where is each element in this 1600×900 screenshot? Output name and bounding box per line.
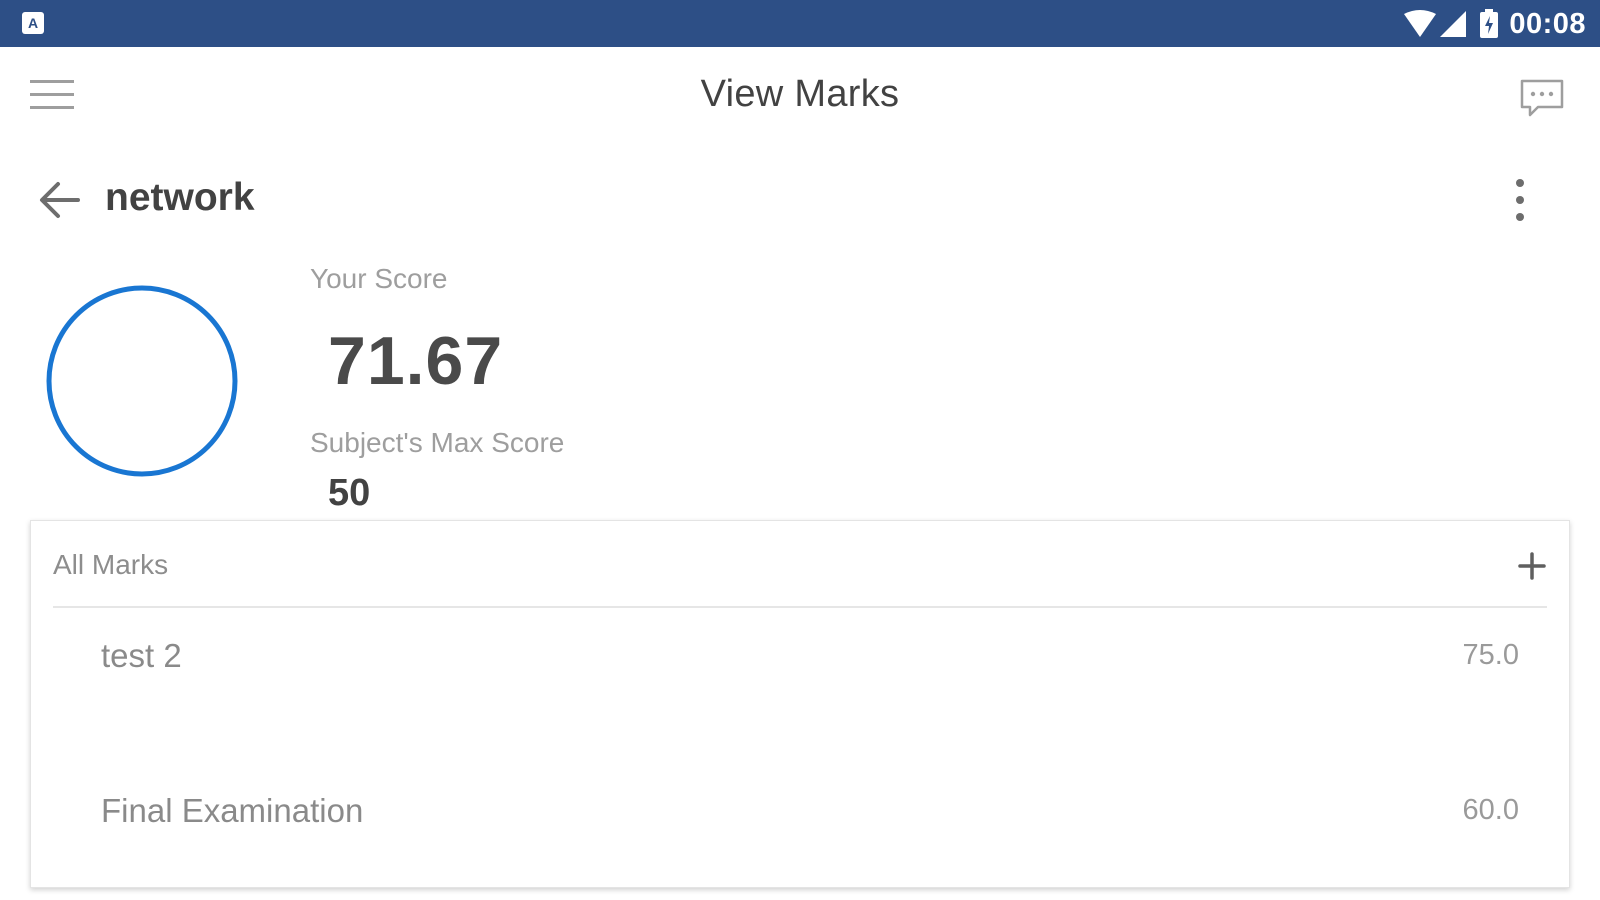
cell-signal-icon (1440, 11, 1467, 37)
all-marks-card: All Marks test 2 75.0 Final Examination … (30, 520, 1570, 888)
page-title: View Marks (700, 73, 900, 115)
chat-bubble-icon[interactable] (1518, 77, 1566, 121)
mark-name: Final Examination (101, 792, 364, 829)
status-time: 00:08 (1509, 7, 1586, 40)
status-indicators: 00:08 (1403, 6, 1586, 42)
mark-row[interactable]: Final Examination 60.0 (31, 776, 1569, 846)
max-score-value: 50 (328, 472, 371, 514)
mark-row[interactable]: test 2 75.0 (31, 621, 1569, 691)
your-score-value: 71.67 (328, 323, 504, 399)
wifi-icon (1404, 10, 1437, 37)
mark-score: 75.0 (1462, 639, 1519, 671)
battery-icon (1480, 9, 1499, 38)
mark-name: test 2 (101, 637, 182, 674)
status-bar: A 00:08 (0, 0, 1600, 47)
app-bar: View Marks (0, 47, 1600, 147)
subject-title: network (105, 176, 255, 219)
arrow-left-icon[interactable] (36, 177, 84, 223)
subject-header: network (0, 160, 1600, 240)
max-score-label: Subject's Max Score (310, 427, 565, 458)
your-score-label: Your Score (310, 263, 448, 294)
mark-score: 60.0 (1462, 794, 1519, 826)
score-ring (46, 285, 238, 477)
notification-app-icon: A (22, 12, 44, 34)
plus-icon[interactable] (1517, 551, 1547, 581)
all-marks-title: All Marks (53, 549, 169, 580)
card-divider (53, 606, 1547, 608)
more-vertical-icon[interactable] (1508, 177, 1532, 223)
